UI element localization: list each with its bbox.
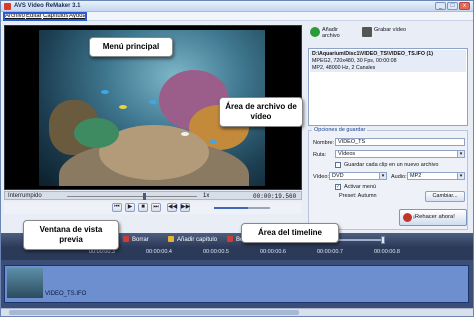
time-display: 00:00:19.560 <box>253 193 297 200</box>
fish-shape <box>181 132 189 136</box>
close-button[interactable]: x <box>459 2 470 10</box>
convert-label: ¡Rehacer ahora! <box>413 214 455 220</box>
callout-file-area: Área de archivo de vídeo <box>219 97 303 127</box>
add-file-button[interactable]: Añadir archivo <box>310 25 360 45</box>
file-list[interactable]: D:\Aquarium\Disc1\VIDEO_TS\VIDEO_TS.IFO … <box>308 48 468 126</box>
timeline-scrollbar[interactable] <box>1 308 473 316</box>
name-input[interactable]: VIDEO_TS <box>335 138 465 146</box>
path-value: Vídeos <box>338 151 356 157</box>
seek-handle[interactable] <box>143 193 146 200</box>
convert-icon <box>403 213 412 222</box>
chapter-icon <box>168 236 174 242</box>
rewind-icon[interactable]: ◀◀ <box>167 203 177 212</box>
coral-shape <box>74 118 119 148</box>
delete-button[interactable]: Borrar <box>123 236 149 243</box>
callout-main-menu: Menú principal <box>89 37 173 57</box>
delete-icon <box>123 236 129 242</box>
title-bar: AVS Video ReMaker 3.1 _ □ x <box>1 1 473 12</box>
save-each-clip-checkbox[interactable] <box>335 162 341 168</box>
clip-thumbnail <box>7 268 43 298</box>
chevron-down-icon[interactable]: ▾ <box>457 151 464 157</box>
video-format-select[interactable]: DVD ▾ <box>329 172 387 180</box>
app-logo-icon <box>4 3 11 10</box>
chevron-down-icon[interactable]: ▾ <box>457 173 464 179</box>
delete-label: Borrar <box>132 237 149 243</box>
chevron-down-icon[interactable]: ▾ <box>379 173 386 179</box>
video-format-value: DVD <box>332 173 344 179</box>
window-title: AVS Video ReMaker 3.1 <box>14 3 81 9</box>
name-label: Nombre: <box>313 140 335 146</box>
add-file-label: Añadir archivo <box>322 27 340 39</box>
fish-shape <box>119 105 127 109</box>
maximize-button[interactable]: □ <box>447 2 458 10</box>
convert-now-button[interactable]: ¡Rehacer ahora! <box>399 209 467 226</box>
next-icon[interactable]: ⏭ <box>151 203 161 212</box>
app-window: AVS Video ReMaker 3.1 _ □ x Archivo Edit… <box>0 0 474 317</box>
fish-shape <box>149 100 157 104</box>
callout-timeline: Área del timeline <box>241 223 339 243</box>
fish-shape <box>209 140 217 144</box>
activate-menu-label: Activar menú <box>344 184 377 190</box>
ruler-tick: 00:00:00.5 <box>203 249 229 255</box>
stop-icon[interactable]: ■ <box>138 203 148 212</box>
file-video-info: MPEG2, 720x480, 30 Fps, 00:00:08 <box>312 58 397 64</box>
zoom-handle[interactable] <box>381 236 385 244</box>
playback-status-bar: Interrumpido 1x 00:00:19.560 <box>4 191 302 200</box>
save-options-title: Opciones de guardar <box>312 127 368 133</box>
file-panel: Añadir archivo Grabar vídeo D:\Aquarium\… <box>306 23 470 233</box>
callout-preview-window: Ventana de vista previa <box>23 220 119 250</box>
volume-level <box>214 207 248 209</box>
volume-slider[interactable] <box>214 207 270 209</box>
audio-format-label: Audio: <box>391 174 407 180</box>
change-preset-button[interactable]: Cambiar... <box>425 191 465 202</box>
camera-icon <box>362 27 372 37</box>
delete-icon <box>227 236 233 242</box>
scrollbar-thumb[interactable] <box>9 310 299 315</box>
minimize-button[interactable]: _ <box>435 2 446 10</box>
ruler-tick: 00:00:00.8 <box>374 249 400 255</box>
playback-speed: 1x <box>203 193 210 199</box>
save-each-clip-label: Guardar cada clip en un nuevo archivo <box>344 162 439 168</box>
previous-icon[interactable]: ⏮ <box>112 203 122 212</box>
path-label: Ruta: <box>313 152 327 158</box>
seek-bar[interactable] <box>67 196 197 197</box>
menu-preset: Preset: Autumn <box>339 193 377 199</box>
activate-menu-checkbox[interactable]: ✓ <box>335 184 341 190</box>
ruler-tick: 00:00:00.7 <box>317 249 343 255</box>
add-icon <box>310 27 320 37</box>
file-audio-info: MP2, 48000 Hz, 2 Canales <box>312 65 376 71</box>
fish-shape <box>101 90 109 94</box>
file-path: D:\Aquarium\Disc1\VIDEO_TS\VIDEO_TS.IFO … <box>312 51 433 57</box>
record-video-button[interactable]: Grabar vídeo <box>362 25 422 45</box>
audio-format-select[interactable]: MP2 ▾ <box>407 172 465 180</box>
fast-forward-icon[interactable]: ▶▶ <box>180 203 190 212</box>
player-controls: ⏮ ▶ ■ ⏭ ◀◀ ▶▶ <box>4 202 302 214</box>
path-combo[interactable]: Vídeos ▾ <box>335 150 465 158</box>
play-icon[interactable]: ▶ <box>125 203 135 212</box>
ruler-tick: 00:00:00.6 <box>260 249 286 255</box>
timeline-clip[interactable]: VIDEO_TS.IFO <box>4 265 469 303</box>
ruler-tick: 00:00:00.4 <box>146 249 172 255</box>
add-chapter-label: Añadir capítulo <box>177 237 218 243</box>
add-chapter-button[interactable]: Añadir capítulo <box>168 236 217 243</box>
video-format-label: Vídeo: <box>313 174 329 180</box>
timeline-track[interactable]: VIDEO_TS.IFO <box>1 260 473 308</box>
audio-format-value: MP2 <box>410 173 422 179</box>
playback-status: Interrumpido <box>8 193 42 199</box>
menu-highlight-frame <box>3 12 87 21</box>
clip-name: VIDEO_TS.IFO <box>45 291 87 297</box>
record-video-label: Grabar vídeo <box>374 27 407 33</box>
